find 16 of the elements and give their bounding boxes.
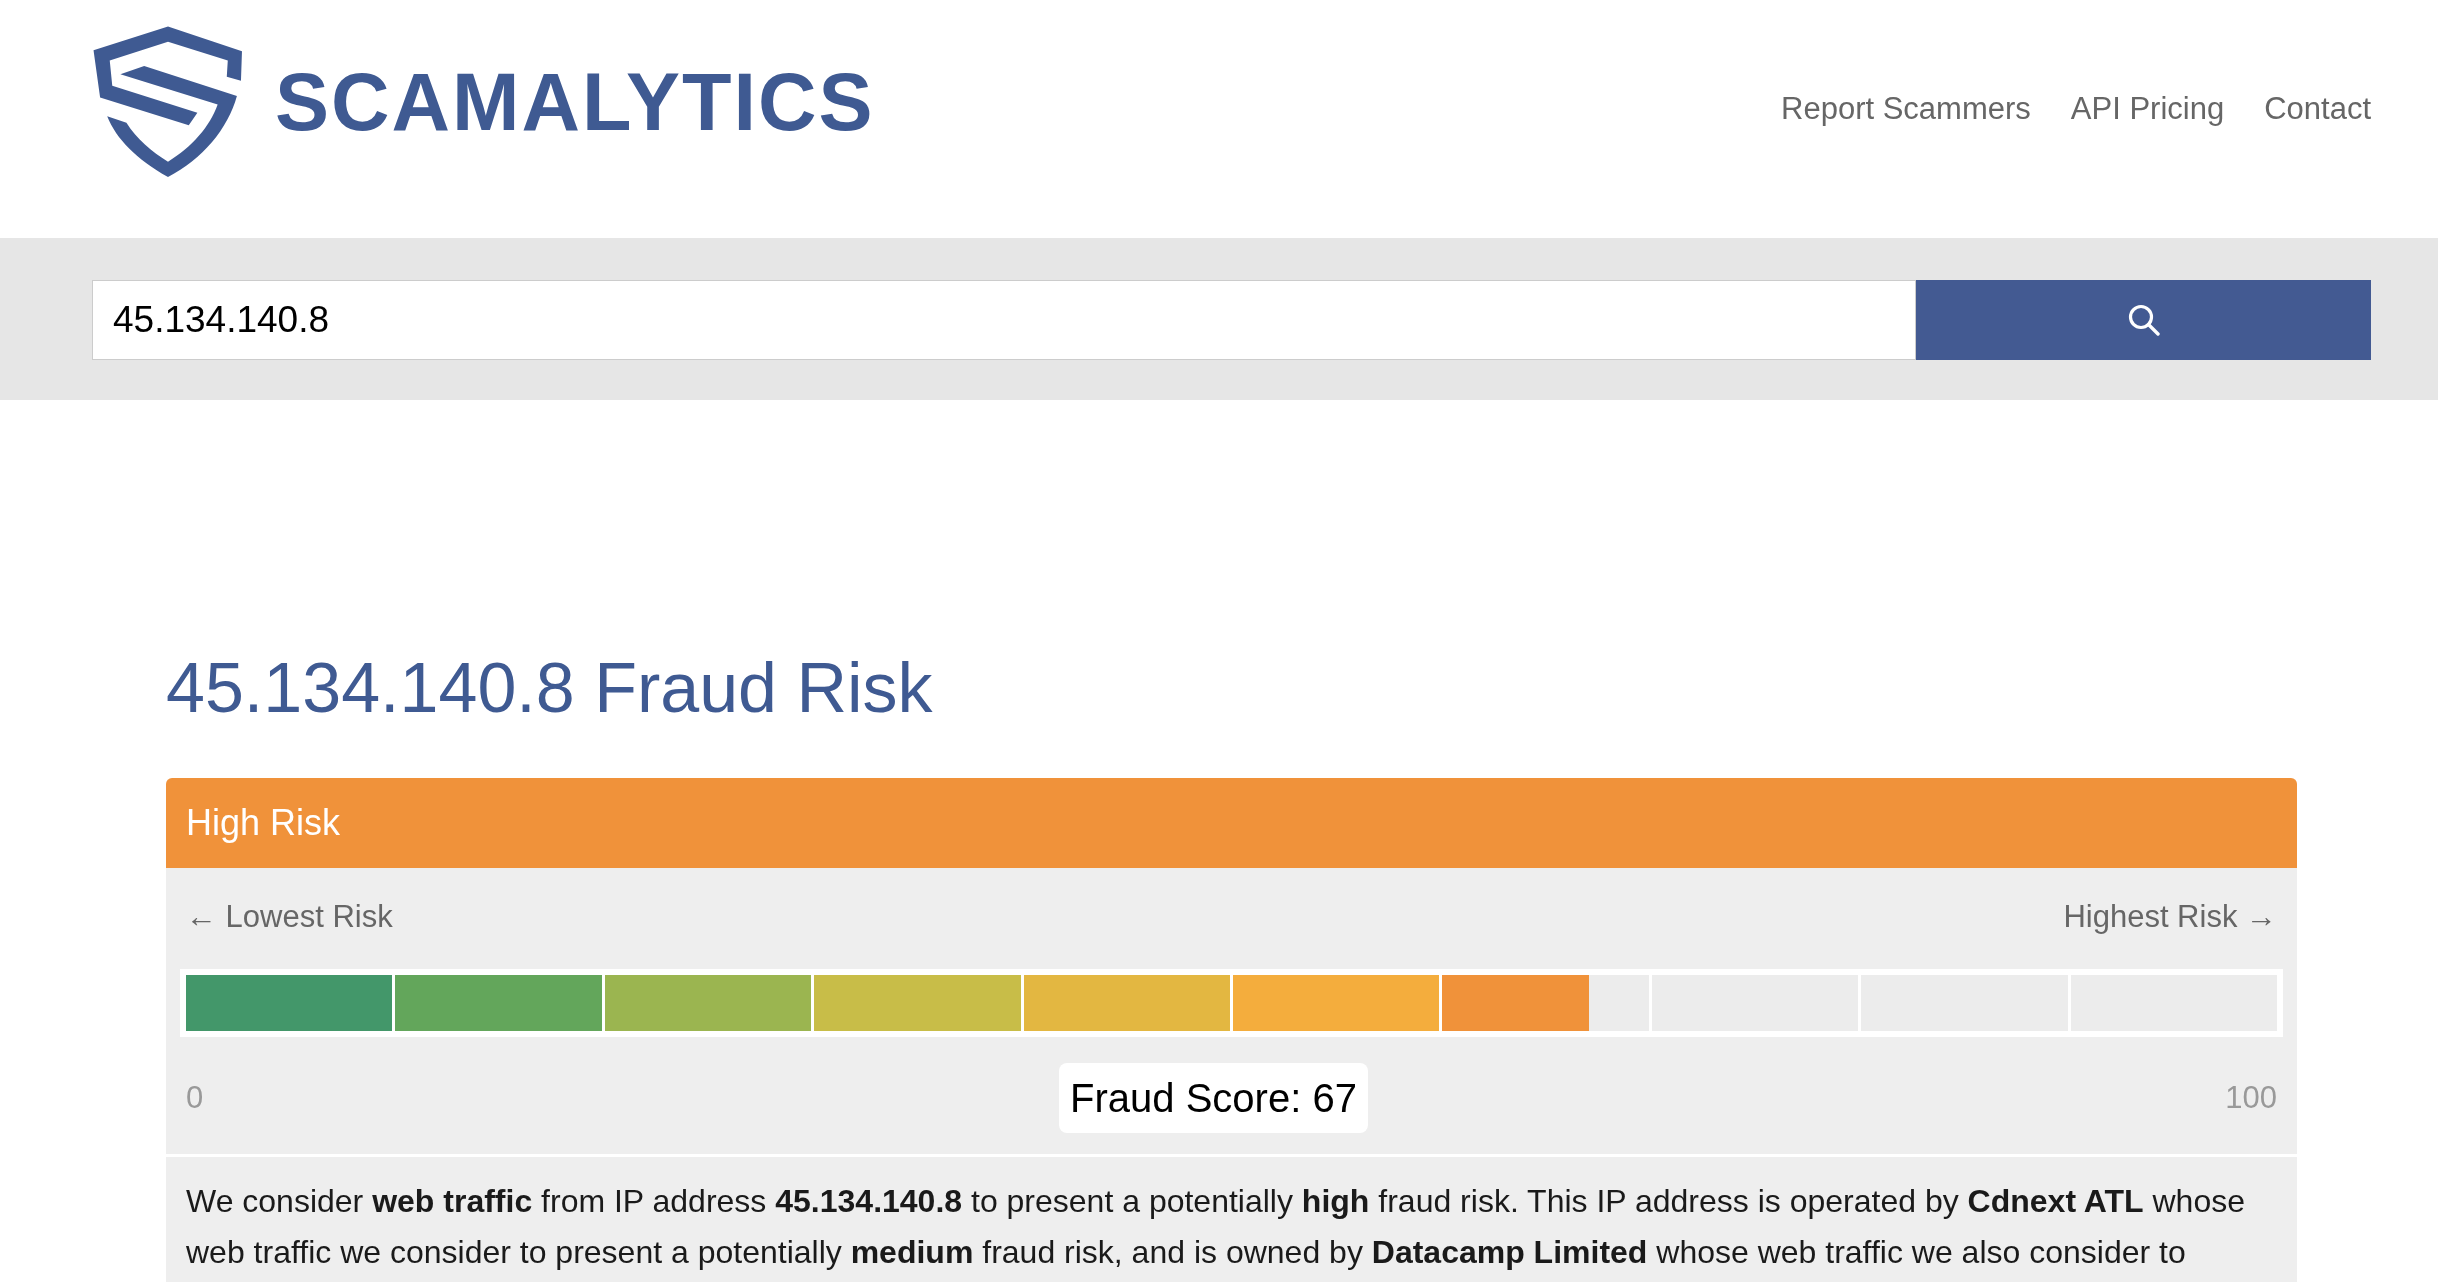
nav-link[interactable]: API Pricing bbox=[2070, 91, 2225, 127]
logo-wordmark: SCAMALYTICS bbox=[275, 61, 875, 143]
scale-min-label: 0 bbox=[186, 1078, 204, 1117]
scale-label: Highest Risk → bbox=[2063, 899, 2277, 935]
risk-level-heading: High Risk bbox=[186, 801, 341, 845]
scale-max-label: 100 bbox=[2225, 1078, 2277, 1117]
nav-link[interactable]: Report Scammers bbox=[1781, 91, 2031, 127]
search-field[interactable]: 45.134.140.8 bbox=[92, 280, 1916, 360]
nav-link[interactable]: Contact bbox=[2264, 91, 2371, 127]
search-icon bbox=[2127, 304, 2160, 336]
scale-label: ← Lowest Risk bbox=[186, 899, 393, 935]
search-button[interactable] bbox=[1916, 280, 2371, 360]
page-title: 45.134.140.8 Fraud Risk bbox=[166, 648, 933, 729]
risk-description: We consider web traffic from IP address 45.134.140.8 to present a potentially high fraud risk. This IP address is operated by Cdnext ATL whose web traffic we consider to present a potentially medium fraud risk, and is owned by Datacamp Limited whose web traffic we also consider to bbox=[186, 1182, 2246, 1272]
fraud-score-badge: Fraud Score: 67 bbox=[1059, 1063, 1368, 1133]
shield-logo-icon bbox=[93, 26, 243, 178]
